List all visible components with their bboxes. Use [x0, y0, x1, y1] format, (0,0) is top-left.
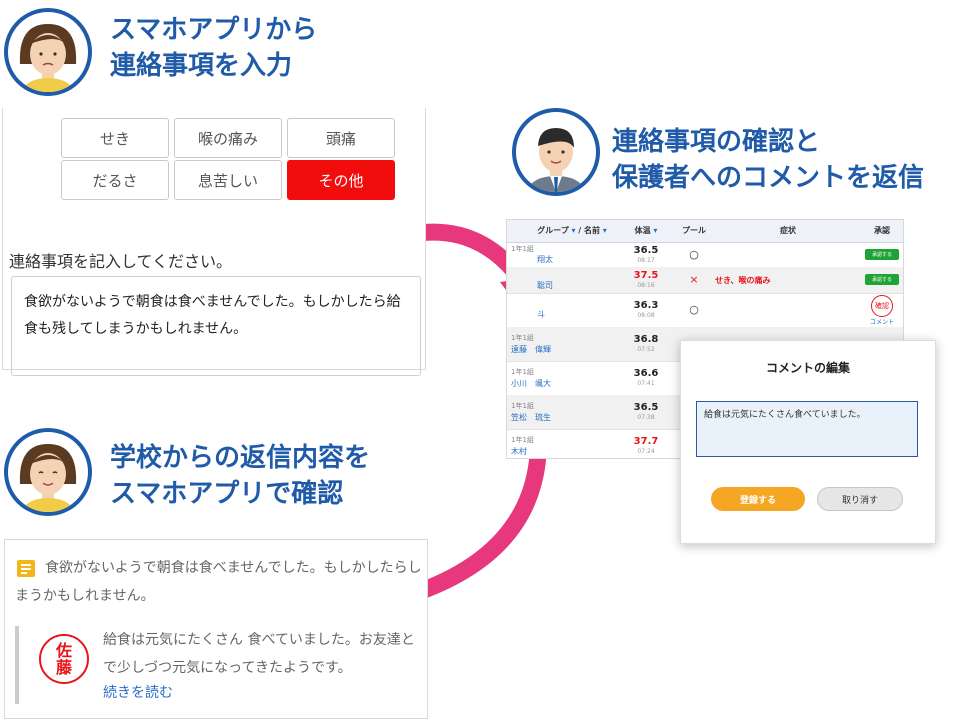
th-group: グループ [537, 226, 569, 235]
row-time: 08:16 [637, 282, 655, 289]
comment-link[interactable]: コメント [865, 317, 899, 326]
row-temp: 36.5 [633, 402, 659, 413]
register-button[interactable]: 登録する [711, 487, 805, 511]
row-temp: 36.5 [633, 245, 659, 256]
th-temp-label: 体温 [634, 226, 651, 235]
row-name[interactable]: 木村 [511, 446, 527, 457]
row-class: 1年1組 [511, 245, 534, 253]
row-pool: ○ [689, 248, 699, 261]
row-symptom: せき、喉の痛み [715, 276, 771, 285]
section2-heading-line2: 保護者へのコメントを返信 [612, 163, 925, 193]
table-row[interactable]: 聡司 37.5 08:16 × せき、喉の痛み 承認する [507, 267, 903, 294]
table-row[interactable]: 1年1組 翔太 36.5 08:17 ○ 承認する [507, 242, 903, 268]
memo-textarea[interactable]: 食欲がないようで朝食は食べませんでした。もしかしたら給食も残してしまうかもしれま… [11, 276, 421, 376]
section1-heading-line2: 連絡事項を入力 [110, 51, 293, 81]
row-time: 07:24 [637, 448, 655, 455]
row-name[interactable]: 小川 颯大 [511, 378, 551, 389]
table-header: グループ ▾ / 名前 ▾ 体温 ▾ プール 症状 承認 [507, 220, 903, 243]
row-name[interactable]: 聡司 [537, 280, 553, 291]
section2-heading-line1: 連絡事項の確認と [612, 127, 821, 157]
th-pool: プール [682, 226, 706, 235]
approved-stamp-icon: 確認 [871, 295, 893, 317]
arrow-to-parent [407, 454, 547, 604]
row-temp: 36.6 [633, 368, 659, 379]
row-temp: 37.5 [633, 270, 659, 281]
row-time: 07:52 [637, 346, 655, 353]
chip-headache[interactable]: 頭痛 [287, 118, 395, 158]
row-pool: ○ [689, 303, 699, 316]
section3-heading-line2: スマホアプリで確認 [110, 479, 344, 509]
row-temp: 36.3 [633, 300, 659, 311]
row-class: 1年1組 [511, 368, 534, 376]
mother-avatar-2 [4, 428, 92, 516]
row-pool: × [689, 273, 699, 286]
th-temp[interactable]: 体温 ▾ [621, 220, 671, 242]
row-name[interactable]: 斗 [537, 309, 545, 320]
reply-view-panel: 食欲がないようで朝食は食べませんでした。もしかしたらしまうかもしれません。 佐 … [4, 539, 428, 719]
table-row[interactable]: 斗 36.3 08:08 ○ 確認 コメント [507, 293, 903, 328]
mother-avatar [4, 8, 92, 96]
section3-heading-line1: 学校からの返信内容を [110, 443, 371, 473]
row-name[interactable]: 翔太 [537, 254, 553, 265]
comment-edit-modal: コメントの編集 給食は元気にたくさん食べていました。 登録する 取り消す [680, 340, 936, 544]
section1-heading-line1: スマホアプリから [110, 15, 318, 45]
chip-cough[interactable]: せき [61, 118, 169, 158]
sort-icon: ▾ [568, 226, 576, 235]
th-name: 名前 [584, 226, 601, 235]
row-time: 08:08 [637, 312, 655, 319]
chip-sore-throat[interactable]: 喉の痛み [174, 118, 282, 158]
read-more-link[interactable]: 続きを読む [103, 682, 173, 702]
th-symptom: 症状 [780, 226, 796, 235]
reply-text: 給食は元気にたくさん 食べていました。お友達とで少しづつ元気になってきたようです… [103, 632, 415, 676]
th-approve: 承認 [874, 226, 890, 235]
chip-other[interactable]: その他 [287, 160, 395, 200]
sort-icon: ▾ [650, 226, 658, 235]
section3-heading: 学校からの返信内容を スマホアプリで確認 [110, 440, 370, 512]
school-reply: 佐 藤 給食は元気にたくさん 食べていました。お友達とで少しづつ元気になってきた… [15, 626, 425, 704]
approve-button[interactable]: 承認する [865, 249, 899, 260]
comment-textarea[interactable]: 給食は元気にたくさん食べていました。 [696, 401, 918, 457]
stamp-bottom: 藤 [55, 658, 72, 677]
chip-fatigue[interactable]: だるさ [61, 160, 169, 200]
row-temp: 36.8 [633, 334, 659, 345]
sort-icon: ▾ [600, 226, 607, 235]
row-name[interactable]: 遠藤 偉輝 [511, 344, 551, 355]
approve-button[interactable]: 承認する [865, 274, 899, 285]
teacher-stamp-icon: 佐 藤 [39, 634, 89, 684]
row-class: 1年1組 [511, 334, 534, 342]
row-time: 07:41 [637, 380, 655, 387]
row-time: 08:17 [637, 257, 655, 264]
modal-title: コメントの編集 [765, 361, 850, 375]
row-name[interactable]: 笠松 琉生 [511, 412, 551, 423]
th-group-name[interactable]: グループ ▾ / 名前 ▾ [517, 220, 627, 242]
row-temp: 37.7 [633, 436, 659, 447]
row-time: 07:38 [637, 414, 655, 421]
teacher-avatar [512, 108, 600, 196]
cancel-button[interactable]: 取り消す [817, 487, 903, 511]
stamp-top: 佐 [55, 641, 72, 660]
row-class: 1年1組 [511, 436, 534, 444]
memo-prompt: 連絡事項を記入してください。 [9, 252, 233, 271]
chip-breathless[interactable]: 息苦しい [174, 160, 282, 200]
section2-heading: 連絡事項の確認と 保護者へのコメントを返信 [612, 124, 924, 196]
section1-heading: スマホアプリから 連絡事項を入力 [110, 12, 317, 84]
row-class: 1年1組 [511, 402, 534, 410]
symptom-input-panel: せき 喉の痛み 頭痛 だるさ 息苦しい その他 連絡事項を記入してください。 食… [2, 108, 426, 376]
parent-message: 食欲がないようで朝食は食べませんでした。もしかしたらしまうかもしれません。 [15, 560, 422, 604]
